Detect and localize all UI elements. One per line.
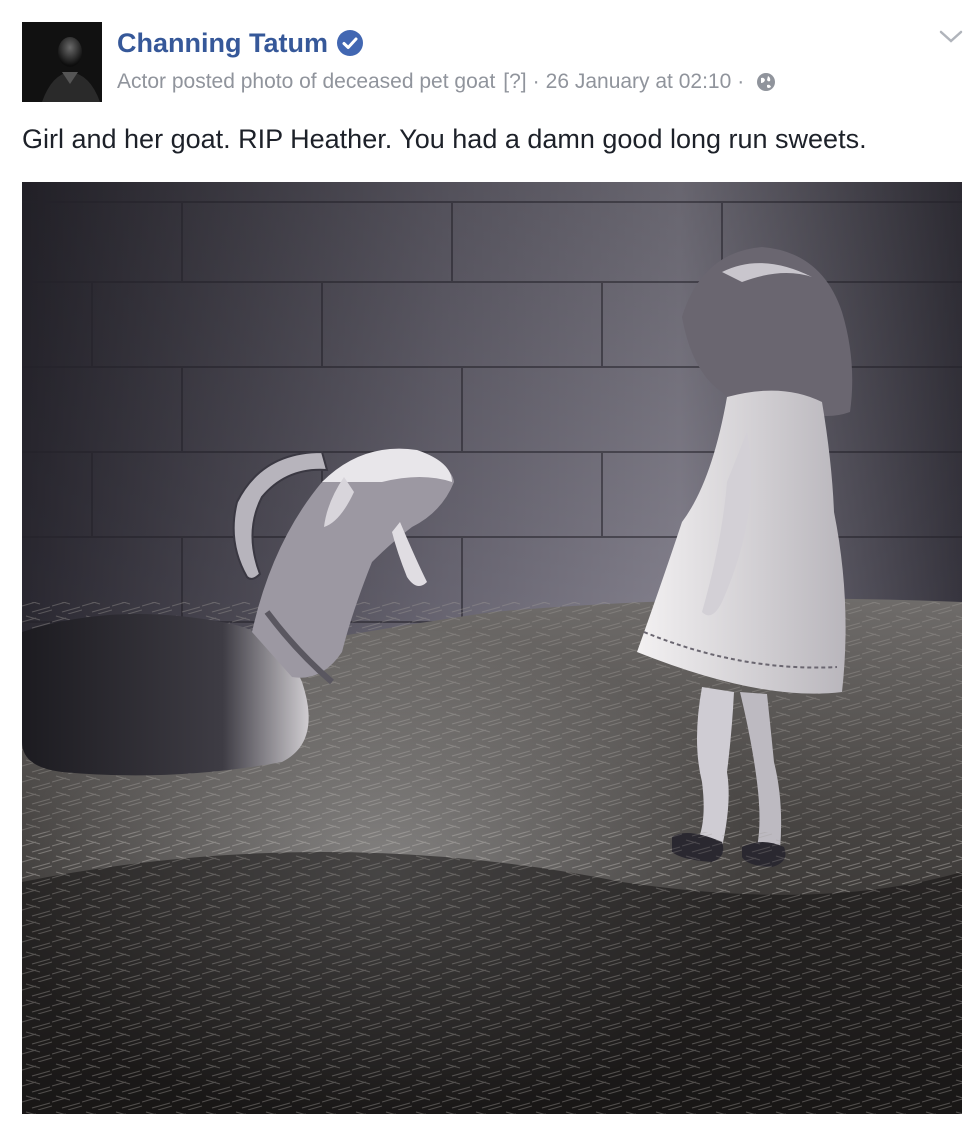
facebook-post: Channing Tatum Actor posted photo of dec… [0, 0, 980, 1130]
post-timestamp[interactable]: 26 January at 02:10 [546, 70, 732, 94]
chevron-down-icon[interactable] [938, 26, 964, 46]
post-text: Girl and her goat. RIP Heather. You had … [22, 124, 867, 154]
post-subtitle: Actor posted photo of deceased pet goat [117, 70, 496, 93]
verified-badge-icon [336, 29, 364, 57]
author-avatar[interactable] [22, 22, 102, 102]
post-meta: Actor posted photo of deceased pet goat … [117, 68, 776, 96]
meta-separator: · [737, 70, 745, 93]
author-row: Channing Tatum [117, 26, 364, 60]
meta-separator: · [532, 70, 540, 93]
post-photo[interactable] [22, 182, 962, 1114]
globe-icon[interactable] [756, 72, 776, 92]
author-name[interactable]: Channing Tatum [117, 28, 328, 59]
help-link[interactable]: [?] [503, 70, 526, 94]
